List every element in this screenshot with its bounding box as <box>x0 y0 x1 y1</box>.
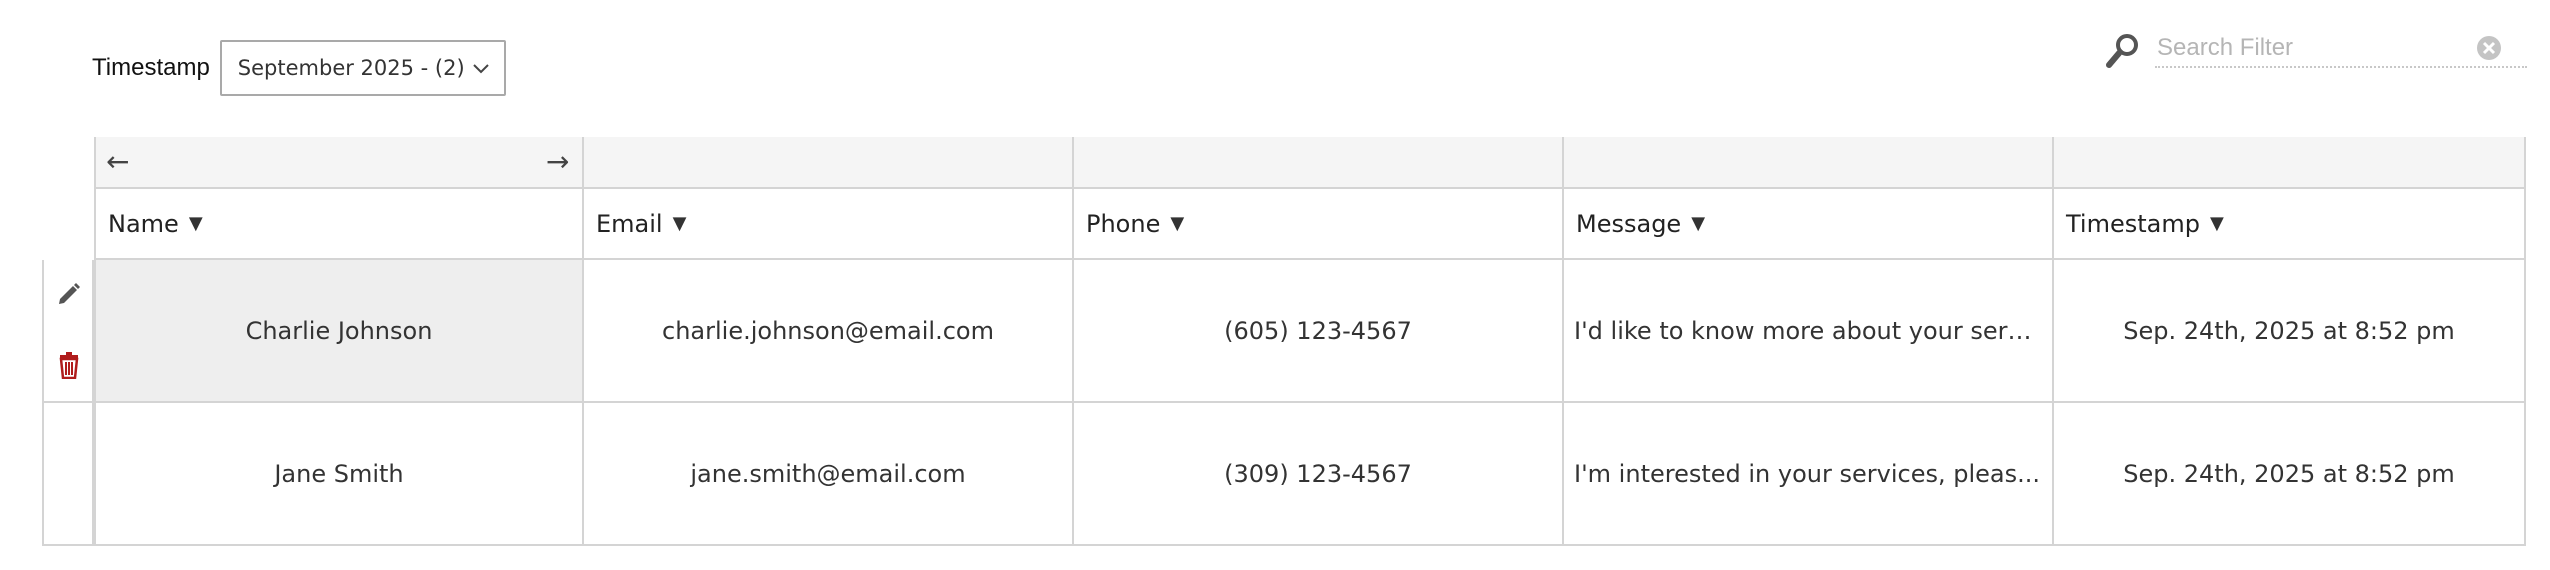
cell-text: Charlie Johnson <box>245 316 433 345</box>
row-actions <box>42 260 94 403</box>
sort-icon: ▼ <box>188 213 203 234</box>
column-nav-cell <box>584 137 1074 189</box>
column-nav-cell <box>1074 137 1564 189</box>
column-header-label: Name <box>108 209 179 238</box>
column-nav-cell <box>2054 137 2526 189</box>
column-header-message[interactable]: Message ▼ <box>1564 189 2054 260</box>
table-cell-name[interactable]: Charlie Johnson <box>94 260 584 403</box>
column-header-label: Timestamp <box>2066 209 2200 238</box>
table-cell-email[interactable]: charlie.johnson@email.com <box>584 260 1074 403</box>
chevron-down-icon <box>473 64 489 74</box>
table-cell-timestamp[interactable]: Sep. 24th, 2025 at 8:52 pm <box>2054 403 2526 546</box>
arrow-right-icon[interactable]: → <box>546 147 569 177</box>
cell-text: charlie.johnson@email.com <box>662 316 994 345</box>
arrow-left-icon[interactable]: ← <box>106 147 129 177</box>
table-cell-phone[interactable]: (309) 123-4567 <box>1074 403 1564 546</box>
cell-text: Sep. 24th, 2025 at 8:52 pm <box>2123 316 2455 345</box>
table-cell-phone[interactable]: (605) 123-4567 <box>1074 260 1564 403</box>
cell-text: (605) 123-4567 <box>1224 316 1412 345</box>
column-header-label: Message <box>1576 209 1682 238</box>
column-header-timestamp[interactable]: Timestamp ▼ <box>2054 189 2526 260</box>
column-header-email[interactable]: Email ▼ <box>584 189 1074 260</box>
sort-icon: ▼ <box>672 213 687 234</box>
column-header-label: Email <box>596 209 663 238</box>
timestamp-filter-label: Timestamp <box>92 54 210 81</box>
cell-text: Sep. 24th, 2025 at 8:52 pm <box>2123 459 2455 488</box>
table-cell-timestamp[interactable]: Sep. 24th, 2025 at 8:52 pm <box>2054 260 2526 403</box>
cell-text: jane.smith@email.com <box>690 459 966 488</box>
sort-icon: ▼ <box>1170 213 1185 234</box>
column-nav-cell: ← → <box>94 137 584 189</box>
search-icon[interactable] <box>2105 32 2141 70</box>
entries-table: ← → Name ▼ Email ▼ Phone ▼ Message ▼ Tim… <box>42 137 2526 546</box>
timestamp-filter: Timestamp September 2025 - (2) <box>92 39 506 97</box>
row-actions <box>42 403 94 546</box>
column-header-name[interactable]: Name ▼ <box>94 189 584 260</box>
cell-text: (309) 123-4567 <box>1224 459 1412 488</box>
timestamp-select-value: September 2025 - (2) <box>237 56 465 80</box>
column-header-label: Phone <box>1086 209 1161 238</box>
table-cell-email[interactable]: jane.smith@email.com <box>584 403 1074 546</box>
table-cell-name[interactable]: Jane Smith <box>94 403 584 546</box>
column-header-phone[interactable]: Phone ▼ <box>1074 189 1564 260</box>
cell-text: I'd like to know more about your serv... <box>1574 316 2042 345</box>
cell-text: Jane Smith <box>274 459 404 488</box>
pencil-icon[interactable] <box>55 280 83 308</box>
cell-text: I'm interested in your services, pleas..… <box>1574 459 2040 488</box>
timestamp-select[interactable]: September 2025 - (2) <box>219 40 506 96</box>
search-input[interactable] <box>2155 30 2527 68</box>
table-cell-message[interactable]: I'd like to know more about your serv... <box>1564 260 2054 403</box>
trash-icon[interactable] <box>55 351 83 379</box>
sort-icon: ▼ <box>2209 213 2224 234</box>
table-cell-message[interactable]: I'm interested in your services, pleas..… <box>1564 403 2054 546</box>
column-nav-cell <box>1564 137 2054 189</box>
sort-icon: ▼ <box>1691 213 1706 234</box>
clear-icon[interactable] <box>2476 35 2502 61</box>
